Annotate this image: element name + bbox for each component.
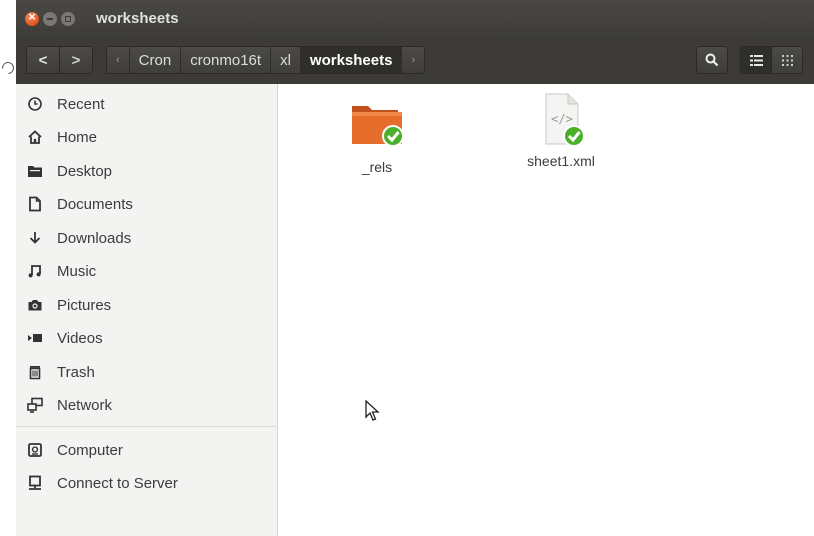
sidebar-item-label: Recent [57, 95, 105, 113]
forward-button[interactable]: > [59, 46, 93, 74]
sidebar-item-videos[interactable]: Videos [16, 323, 276, 353]
back-icon: < [38, 51, 48, 69]
network-icon [26, 396, 44, 414]
forward-icon: > [71, 51, 81, 69]
trash-icon [26, 363, 44, 381]
sidebar-item-label: Downloads [57, 229, 132, 247]
computer-icon [26, 441, 44, 459]
breadcrumb-scroll-left[interactable]: ‹ [107, 47, 130, 73]
folder-icon [352, 106, 404, 147]
sidebar-item-label: Trash [57, 363, 95, 381]
sidebar-item-label: Home [57, 128, 98, 146]
sidebar-item-label: Network [57, 396, 113, 414]
video-icon [26, 329, 44, 347]
camera-icon [26, 296, 44, 314]
file-name: sheet1.xml [527, 153, 595, 169]
breadcrumb: ‹ Cron cronmo16t xl worksheets › [106, 46, 426, 74]
sidebar-item-music[interactable]: Music [16, 256, 276, 286]
sidebar-item-documents[interactable]: Documents [16, 189, 276, 219]
sidebar-item-label: Computer [57, 441, 123, 459]
home-icon [26, 128, 44, 146]
toolbar: < > ‹ Cron cronmo16t xl worksheets › [16, 38, 814, 84]
grid-view-button[interactable] [771, 46, 803, 74]
breadcrumb-scroll-right[interactable]: › [402, 47, 424, 73]
document-icon [26, 195, 44, 213]
sidebar-item-label: Videos [57, 329, 103, 347]
sidebar-item-label: Pictures [57, 296, 112, 314]
sidebar-item-network[interactable]: Network [16, 390, 276, 420]
music-icon [26, 262, 44, 280]
maximize-window-button[interactable] [61, 12, 75, 26]
sidebar-item-pictures[interactable]: Pictures [16, 290, 276, 320]
background-edge [0, 0, 17, 536]
sidebar: Recent Home Desktop Documents Downloads [16, 84, 278, 536]
sidebar-item-downloads[interactable]: Downloads [16, 223, 276, 253]
clock-icon [26, 95, 44, 113]
title-bar: worksheets [16, 0, 814, 38]
partial-icon [0, 59, 17, 77]
breadcrumb-cronmo16t[interactable]: cronmo16t [181, 47, 272, 73]
mouse-cursor-icon [365, 400, 380, 421]
file-item-rels[interactable]: _rels [327, 98, 427, 175]
minimize-window-button[interactable] [43, 12, 57, 26]
sidebar-item-label: Connect to Server [57, 474, 178, 492]
grid-view-icon [781, 54, 793, 66]
breadcrumb-worksheets[interactable]: worksheets [300, 47, 403, 73]
search-icon [705, 53, 719, 67]
xml-file-icon: </> [545, 93, 585, 147]
sidebar-item-label: Music [57, 262, 97, 280]
breadcrumb-xl[interactable]: xl [271, 47, 301, 73]
list-view-button[interactable] [740, 46, 772, 74]
desktop-folder-icon [26, 162, 44, 180]
file-manager-window: worksheets < > ‹ Cron cronmo16t xl works… [16, 0, 814, 536]
sidebar-item-home[interactable]: Home [16, 122, 276, 152]
sidebar-item-desktop[interactable]: Desktop [16, 156, 276, 186]
sidebar-item-connect-to-server[interactable]: Connect to Server [16, 468, 276, 498]
svg-text:</>: </> [551, 112, 573, 126]
sidebar-item-label: Desktop [57, 162, 113, 180]
window-title: worksheets [96, 10, 179, 27]
file-item-sheet1-xml[interactable]: </> sheet1.xml [511, 90, 611, 169]
sidebar-item-trash[interactable]: Trash [16, 357, 276, 387]
sidebar-item-computer[interactable]: Computer [16, 435, 276, 465]
file-view: _rels </> sheet1.xml [278, 84, 814, 536]
breadcrumb-cron[interactable]: Cron [130, 47, 182, 73]
search-button[interactable] [696, 46, 728, 74]
back-button[interactable]: < [26, 46, 60, 74]
sidebar-item-label: Documents [57, 195, 133, 213]
server-icon [26, 474, 44, 492]
download-icon [26, 229, 44, 247]
close-window-button[interactable] [25, 9, 39, 26]
file-name: _rels [361, 159, 393, 175]
sidebar-divider [16, 426, 276, 427]
sidebar-item-recent[interactable]: Recent [16, 89, 276, 119]
list-view-icon [749, 54, 763, 66]
